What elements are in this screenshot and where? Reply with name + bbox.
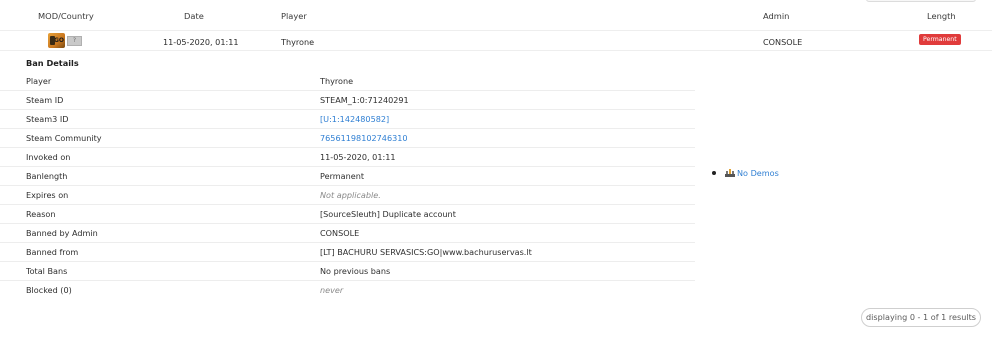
detail-row-total-bans: Total Bans No previous bans: [0, 262, 695, 281]
detail-row-banned-from: Banned from [LT] BACHURU SERVASICS:GO|ww…: [0, 243, 695, 262]
detail-label: Expires on: [26, 190, 69, 200]
header-date[interactable]: Date: [184, 11, 204, 21]
bullet-icon: [712, 171, 716, 175]
detail-label: Banned from: [26, 247, 79, 257]
unknown-flag-icon: ?: [67, 36, 82, 46]
csgo-icon: GO: [48, 33, 65, 48]
detail-value: STEAM_1:0:71240291: [320, 95, 409, 105]
detail-row-banned-by-admin: Banned by Admin CONSOLE: [0, 224, 695, 243]
detail-label: Total Bans: [26, 266, 68, 276]
header-player[interactable]: Player: [281, 11, 307, 21]
detail-row-steam-id: Steam ID STEAM_1:0:71240291: [0, 91, 695, 110]
detail-row-steam-community: Steam Community 76561198102746310: [0, 129, 695, 148]
header-mod-country[interactable]: MOD/Country: [38, 11, 94, 21]
detail-value: CONSOLE: [320, 228, 360, 238]
detail-value: Thyrone: [320, 76, 354, 86]
ban-admin: CONSOLE: [763, 37, 803, 47]
ban-player: Thyrone: [281, 37, 315, 47]
detail-label: Banned by Admin: [26, 228, 98, 238]
detail-label: Steam ID: [26, 95, 64, 105]
detail-value: [LT] BACHURU SERVASICS:GO|www.bachuruser…: [320, 247, 532, 257]
steam-community-link[interactable]: 76561198102746310: [320, 133, 408, 143]
detail-row-player: Player Thyrone: [0, 72, 695, 91]
no-demos-link[interactable]: No Demos: [737, 168, 779, 178]
detail-value: [SourceSleuth] Duplicate account: [320, 209, 456, 219]
detail-row-expires-on: Expires on Not applicable.: [0, 186, 695, 205]
steam3-id-link[interactable]: [U:1:142480582]: [320, 114, 389, 124]
detail-value: No previous bans: [320, 266, 391, 276]
detail-value: Permanent: [320, 171, 365, 181]
detail-label: Invoked on: [26, 152, 71, 162]
detail-label: Banlength: [26, 171, 68, 181]
ban-row[interactable]: GO ? 11-05-2020, 01:11 Thyrone CONSOLE P…: [0, 30, 992, 51]
ban-details-title: Ban Details: [26, 58, 79, 68]
detail-label: Reason: [26, 209, 56, 219]
detail-row-invoked-on: Invoked on 11-05-2020, 01:11: [0, 148, 695, 167]
table-header: MOD/Country Date Player Admin Length: [0, 0, 1000, 30]
header-admin[interactable]: Admin: [763, 11, 789, 21]
detail-value: Not applicable.: [320, 190, 381, 200]
detail-label: Steam3 ID: [26, 114, 69, 124]
detail-row-blocked: Blocked (0) never: [0, 281, 695, 300]
detail-label: Blocked (0): [26, 285, 72, 295]
detail-row-steam3-id: Steam3 ID [U:1:142480582]: [0, 110, 695, 129]
ban-date: 11-05-2020, 01:11: [163, 37, 239, 47]
detail-row-banlength: Banlength Permanent: [0, 167, 695, 186]
detail-row-reason: Reason [SourceSleuth] Duplicate account: [0, 205, 695, 224]
detail-label: Steam Community: [26, 133, 102, 143]
detail-value: never: [320, 285, 344, 295]
detail-label: Player: [26, 76, 52, 86]
demo-icon: [725, 169, 735, 177]
length-badge: Permanent: [919, 34, 961, 45]
header-length[interactable]: Length: [927, 11, 956, 21]
detail-value: 11-05-2020, 01:11: [320, 152, 396, 162]
pagination-info: displaying 0 - 1 of 1 results: [861, 308, 981, 327]
